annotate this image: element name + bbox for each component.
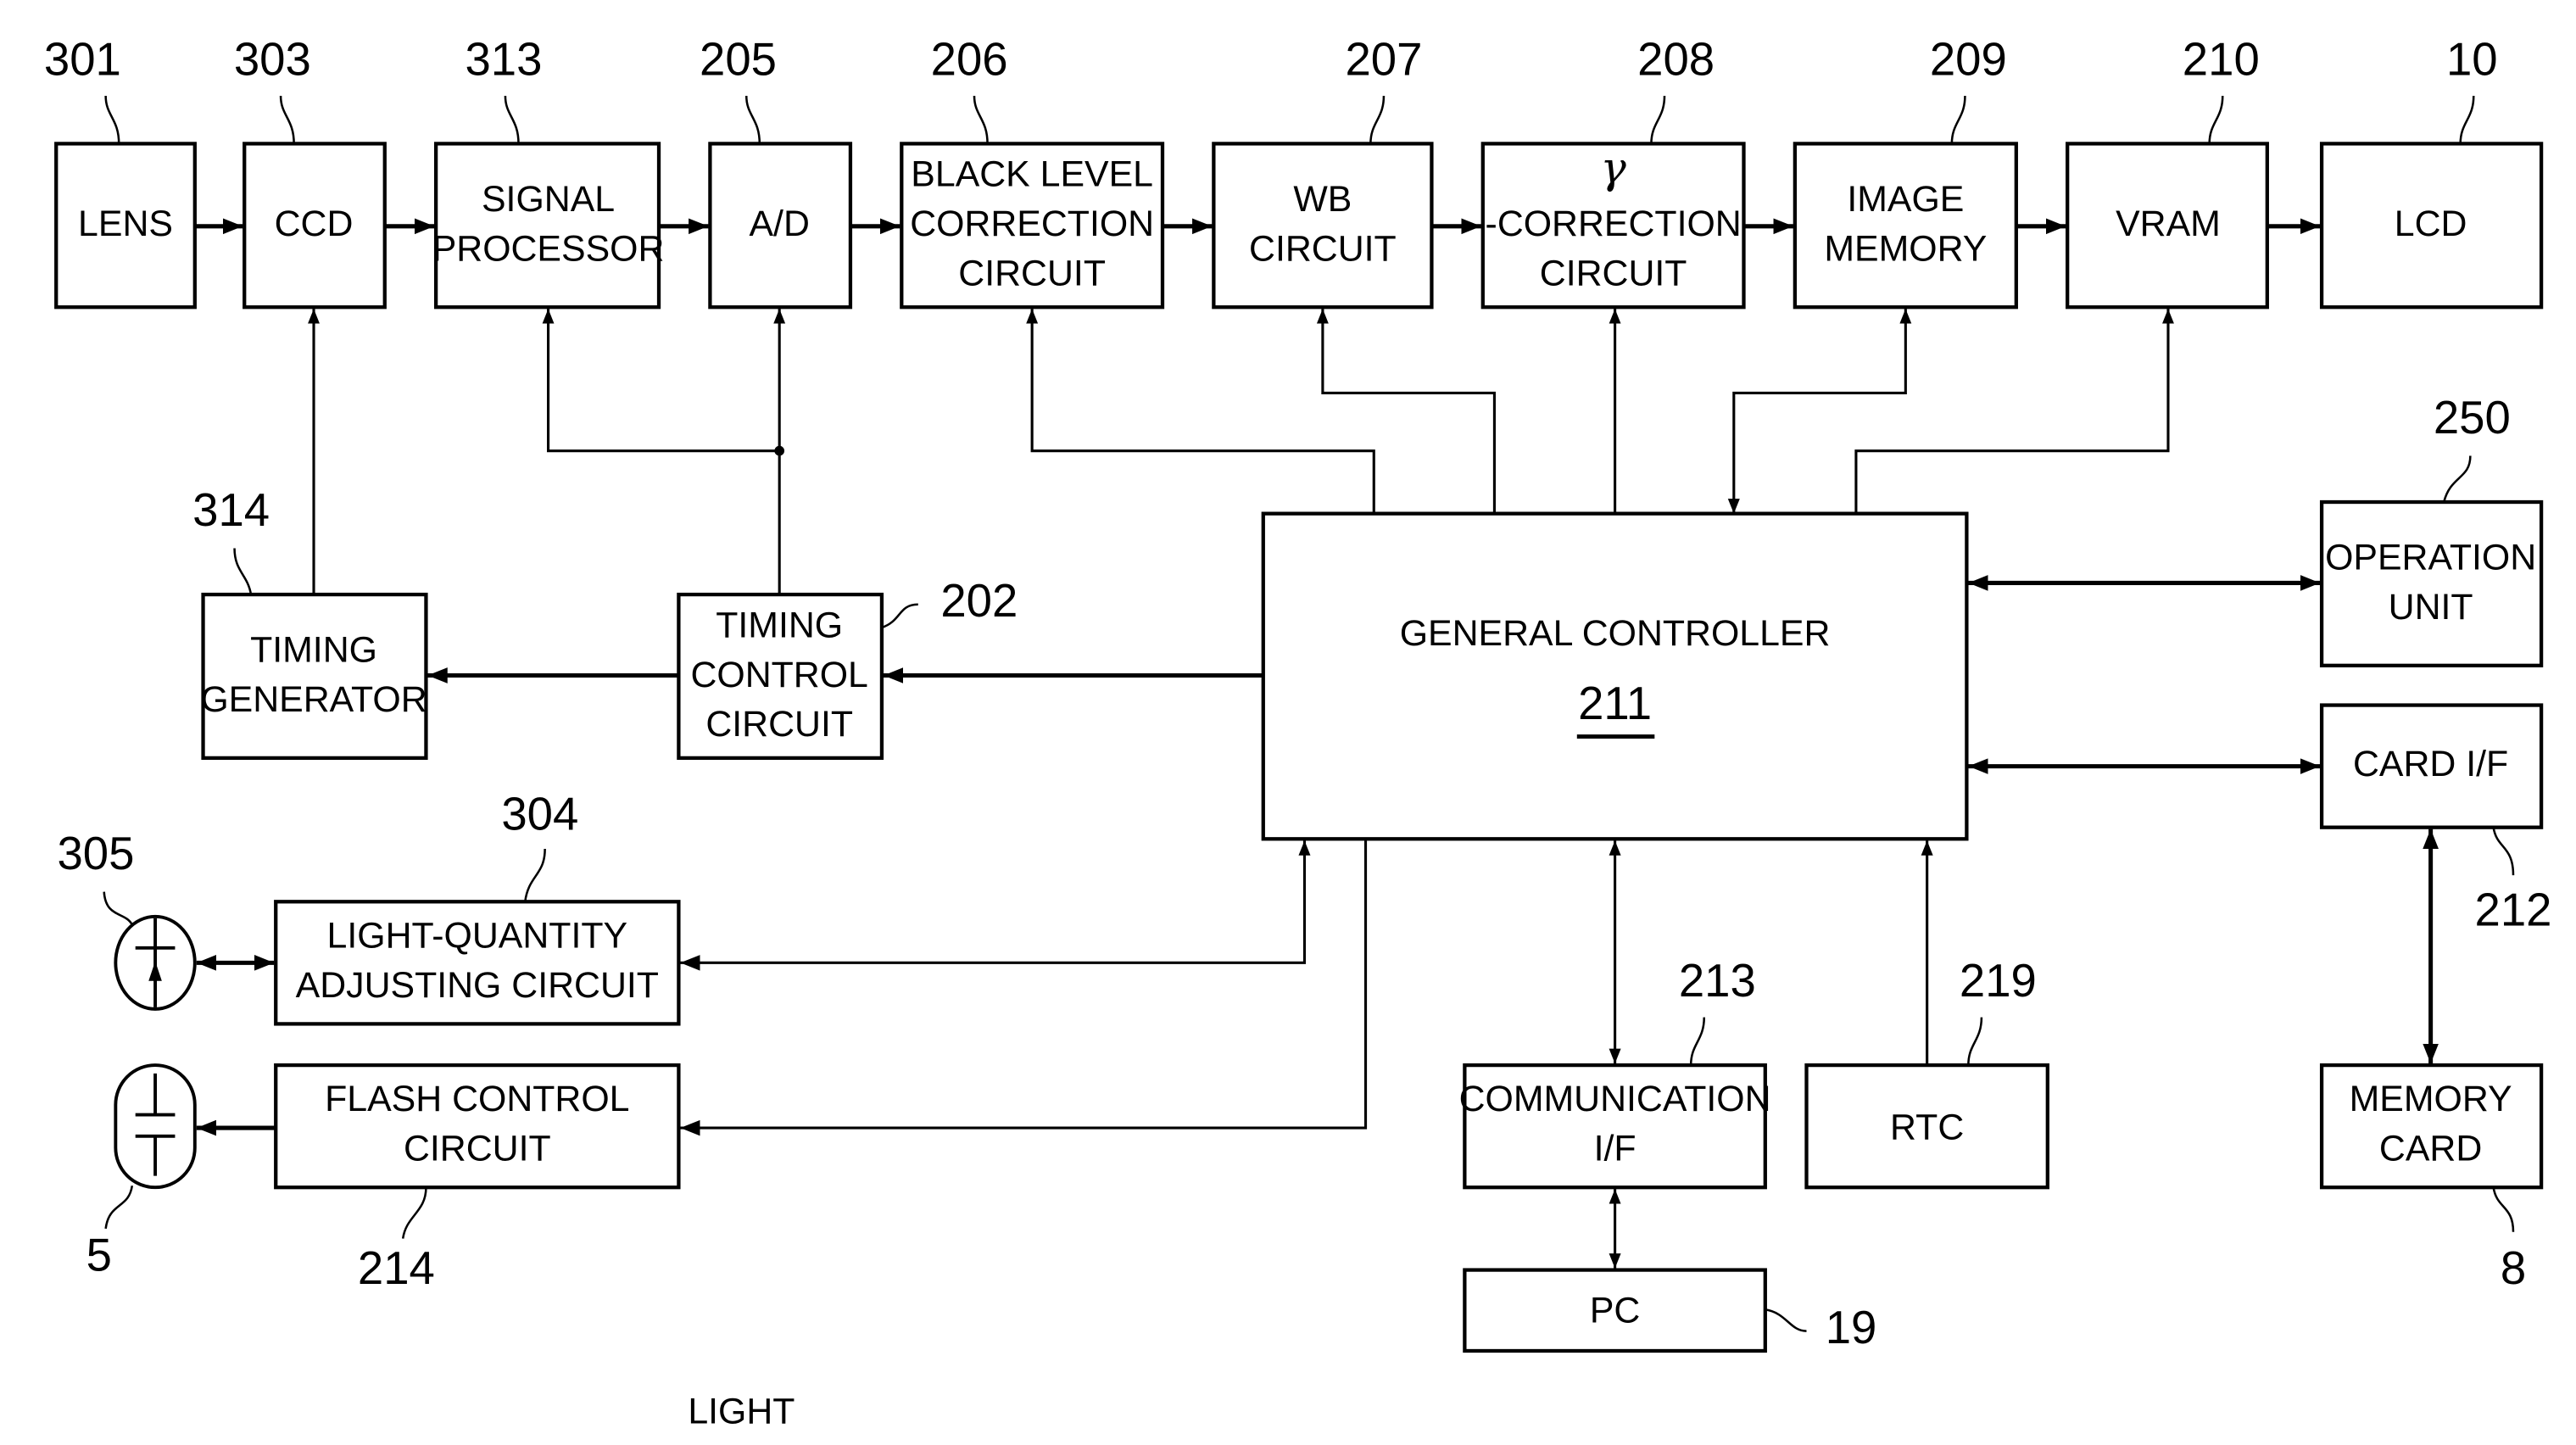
block-image-memory: IMAGE MEMORY 209 xyxy=(1793,33,2018,310)
block-label: I/F xyxy=(1594,1129,1636,1169)
ref-number: 250 xyxy=(2434,392,2511,444)
stray-light-label: LIGHT xyxy=(688,1391,795,1431)
block-flash-control: FLASH CONTROL CIRCUIT 214 xyxy=(274,1063,681,1294)
bottom-wires xyxy=(1609,840,1933,1269)
controller-bus-wires xyxy=(1026,309,2174,514)
ref-number: 219 xyxy=(1960,955,2037,1007)
block-label: COMMUNICATION xyxy=(1459,1079,1771,1119)
ref-number: 314 xyxy=(192,484,270,536)
ref-number: 213 xyxy=(1679,955,1756,1007)
block-label: TIMING xyxy=(250,630,377,671)
block-label: LIGHT-QUANTITY xyxy=(327,915,628,956)
block-vram: VRAM 210 xyxy=(2066,33,2269,310)
block-timing-generator: TIMING GENERATOR 314 xyxy=(192,484,428,761)
block-label: RTC xyxy=(1890,1107,1964,1147)
ref-number: 305 xyxy=(57,828,134,879)
block-label: CIRCUIT xyxy=(404,1129,551,1169)
block-operation-unit: OPERATION UNIT 250 xyxy=(2319,392,2544,667)
ref-number: 214 xyxy=(358,1242,435,1294)
block-ccd: CCD 303 xyxy=(234,33,387,310)
ref-number: 209 xyxy=(1930,33,2007,85)
ref-number: 206 xyxy=(931,33,1008,85)
block-label: WB xyxy=(1293,179,1352,220)
block-gamma-correction: γ -CORRECTION CIRCUIT 208 xyxy=(1480,33,1746,310)
diaphragm-symbol-icon: 305 xyxy=(57,828,197,1011)
block-label: BLACK LEVEL xyxy=(911,154,1153,195)
block-label: LCD xyxy=(2395,204,2467,244)
ref-number: 313 xyxy=(465,33,542,85)
block-label: GENERAL CONTROLLER xyxy=(1400,613,1831,654)
ref-number: 8 xyxy=(2501,1242,2526,1294)
block-memory-card: MEMORY CARD 8 xyxy=(2319,1063,2544,1294)
ref-number: 208 xyxy=(1637,33,1715,85)
block-signal-processor: SIGNAL PROCESSOR 313 xyxy=(432,33,665,310)
block-label: FLASH CONTROL xyxy=(325,1079,629,1119)
block-lens: LENS 301 xyxy=(44,33,197,310)
block-label: CARD I/F xyxy=(2353,744,2508,784)
block-label: OPERATION xyxy=(2325,537,2536,577)
block-label: IMAGE xyxy=(1847,179,1964,220)
ref-number: 303 xyxy=(234,33,311,85)
block-label: CIRCUIT xyxy=(705,704,853,745)
arrow-gc-image-memory xyxy=(1727,309,1912,514)
block-label: CIRCUIT xyxy=(1540,254,1687,294)
ref-number: 304 xyxy=(501,788,578,840)
ref-number: 202 xyxy=(940,575,1018,627)
block-diagram: LENS 301 CCD 303 SIGNAL PROCESSOR 313 A/… xyxy=(44,33,2552,1431)
block-label: CCD xyxy=(275,204,354,244)
block-label: VRAM xyxy=(2116,204,2221,244)
block-label: A/D xyxy=(749,204,809,244)
block-light-quantity-adjusting: LIGHT-QUANTITY ADJUSTING CIRCUIT 304 xyxy=(274,788,681,1026)
block-label: UNIT xyxy=(2389,587,2473,628)
ref-number: 5 xyxy=(86,1229,112,1280)
block-label: CORRECTION xyxy=(910,204,1154,244)
block-label: CONTROL xyxy=(690,655,867,695)
block-timing-control-circuit: TIMING CONTROL CIRCUIT 202 xyxy=(677,575,1018,761)
block-card-if: CARD I/F 212 xyxy=(2319,703,2552,935)
ref-number: 19 xyxy=(1826,1302,1877,1353)
block-label: MEMORY xyxy=(2350,1079,2512,1119)
block-label: SIGNAL xyxy=(482,179,615,220)
ref-number: 212 xyxy=(2475,884,2552,935)
block-label: PROCESSOR xyxy=(432,228,665,269)
block-pc: PC 19 xyxy=(1463,1268,1877,1353)
block-lcd: LCD 10 xyxy=(2319,33,2544,310)
block-label: ADJUSTING CIRCUIT xyxy=(296,965,659,1006)
ref-number: 10 xyxy=(2446,33,2498,85)
block-wb-circuit: WB CIRCUIT 207 xyxy=(1212,33,1434,310)
block-ad: A/D 205 xyxy=(700,33,853,310)
arrow-gc-flash-control xyxy=(680,840,1368,1136)
ref-number: 210 xyxy=(2183,33,2260,85)
flash-tube-symbol-icon: 5 xyxy=(86,1063,197,1280)
block-label: PC xyxy=(1590,1291,1641,1331)
block-label: CIRCUIT xyxy=(958,254,1106,294)
ref-number: 301 xyxy=(44,33,121,85)
ref-number: 211 xyxy=(1578,678,1652,729)
block-label: LENS xyxy=(78,204,173,244)
block-black-level-correction: BLACK LEVEL CORRECTION CIRCUIT 206 xyxy=(900,33,1165,310)
ref-number: 207 xyxy=(1345,33,1422,85)
ref-number: 205 xyxy=(700,33,777,85)
block-label: MEMORY xyxy=(1824,228,1987,269)
block-label: TIMING xyxy=(716,605,843,645)
gamma-symbol: γ xyxy=(1601,143,1627,193)
arrow-tcc-signal xyxy=(542,309,780,453)
arrow-gc-wb xyxy=(1316,309,1496,514)
block-label: CARD xyxy=(2379,1129,2482,1169)
block-general-controller: GENERAL CONTROLLER 211 xyxy=(1261,511,1969,841)
block-label: GENERATOR xyxy=(200,679,427,720)
arrow-gc-vram xyxy=(1854,309,2174,514)
block-label: -CORRECTION xyxy=(1486,204,1742,244)
block-label: CIRCUIT xyxy=(1249,228,1397,269)
arrow-gc-light-quantity xyxy=(680,840,1311,971)
junction-dot xyxy=(774,445,785,456)
